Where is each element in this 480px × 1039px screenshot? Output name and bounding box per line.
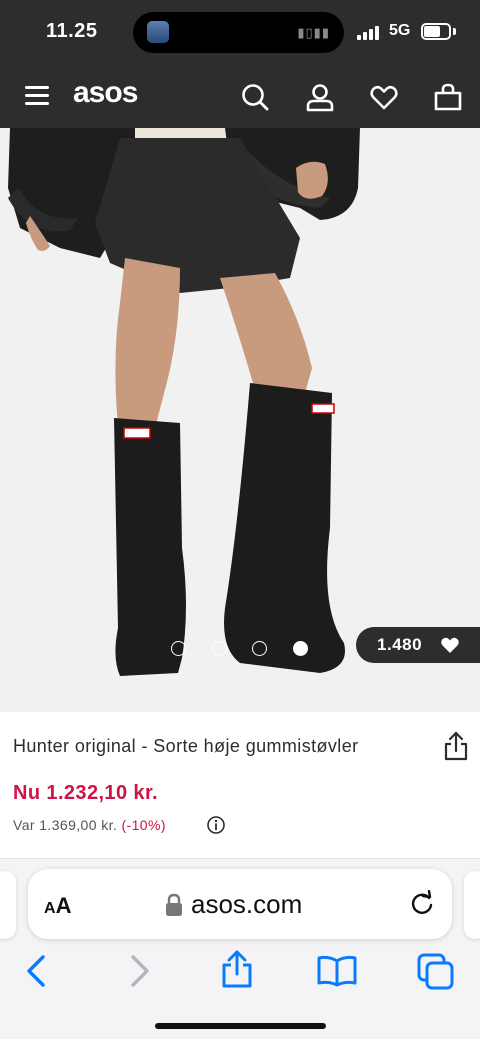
asos-logo[interactable]: asos	[73, 76, 138, 110]
product-image[interactable]: 1.480	[0, 128, 480, 712]
previous-price: Var 1.369,00 kr. (-10%)	[13, 817, 166, 833]
back-icon[interactable]	[24, 954, 50, 993]
lock-icon	[165, 893, 183, 922]
live-activity-app-icon	[147, 21, 169, 43]
address-bar[interactable]: AA asos.com	[28, 869, 452, 939]
info-icon[interactable]	[207, 816, 225, 839]
share-sheet-icon[interactable]	[220, 949, 254, 994]
url-text[interactable]: asos.com	[191, 889, 302, 920]
share-icon[interactable]	[443, 731, 469, 766]
gallery-dot-active[interactable]	[293, 641, 308, 656]
dynamic-island: ▮▯▮▮	[133, 12, 344, 53]
cellular-signal-icon	[357, 24, 383, 40]
network-type: 5G	[389, 22, 411, 39]
save-count-badge[interactable]: 1.480	[356, 627, 480, 663]
product-photo-illustration	[0, 128, 480, 712]
menu-icon[interactable]	[25, 86, 49, 106]
heart-icon[interactable]	[369, 82, 399, 112]
forward-icon[interactable]	[126, 954, 152, 993]
next-tab-preview[interactable]	[464, 871, 480, 939]
reader-settings-button[interactable]: AA	[44, 893, 71, 919]
battery-icon	[421, 23, 451, 40]
tabs-icon[interactable]	[417, 953, 455, 996]
gallery-dot[interactable]	[252, 641, 267, 656]
was-price-label: Var 1.369,00 kr.	[13, 817, 118, 833]
save-count: 1.480	[377, 635, 423, 654]
status-bar: 11.25 ▮▯▮▮ 5G	[0, 0, 480, 62]
bookmarks-icon[interactable]	[316, 955, 358, 992]
site-header: asos	[0, 62, 480, 128]
discount-badge: (-10%)	[121, 817, 166, 833]
previous-tab-preview[interactable]	[0, 871, 16, 939]
heart-filled-icon	[441, 637, 459, 653]
search-icon[interactable]	[240, 82, 270, 112]
product-title: Hunter original - Sorte høje gummistøvle…	[13, 736, 359, 756]
gallery-dot[interactable]	[212, 641, 227, 656]
current-price: Nu 1.232,10 kr.	[13, 782, 158, 804]
home-indicator[interactable]	[155, 1023, 326, 1029]
bag-icon[interactable]	[433, 82, 463, 112]
browser-bottom-bar: AA asos.com	[0, 858, 480, 1039]
account-icon[interactable]	[305, 82, 335, 112]
audio-wave-icon: ▮▯▮▮	[297, 25, 330, 40]
gallery-dot[interactable]	[171, 641, 186, 656]
status-time: 11.25	[46, 20, 98, 42]
reload-icon[interactable]	[408, 889, 436, 923]
